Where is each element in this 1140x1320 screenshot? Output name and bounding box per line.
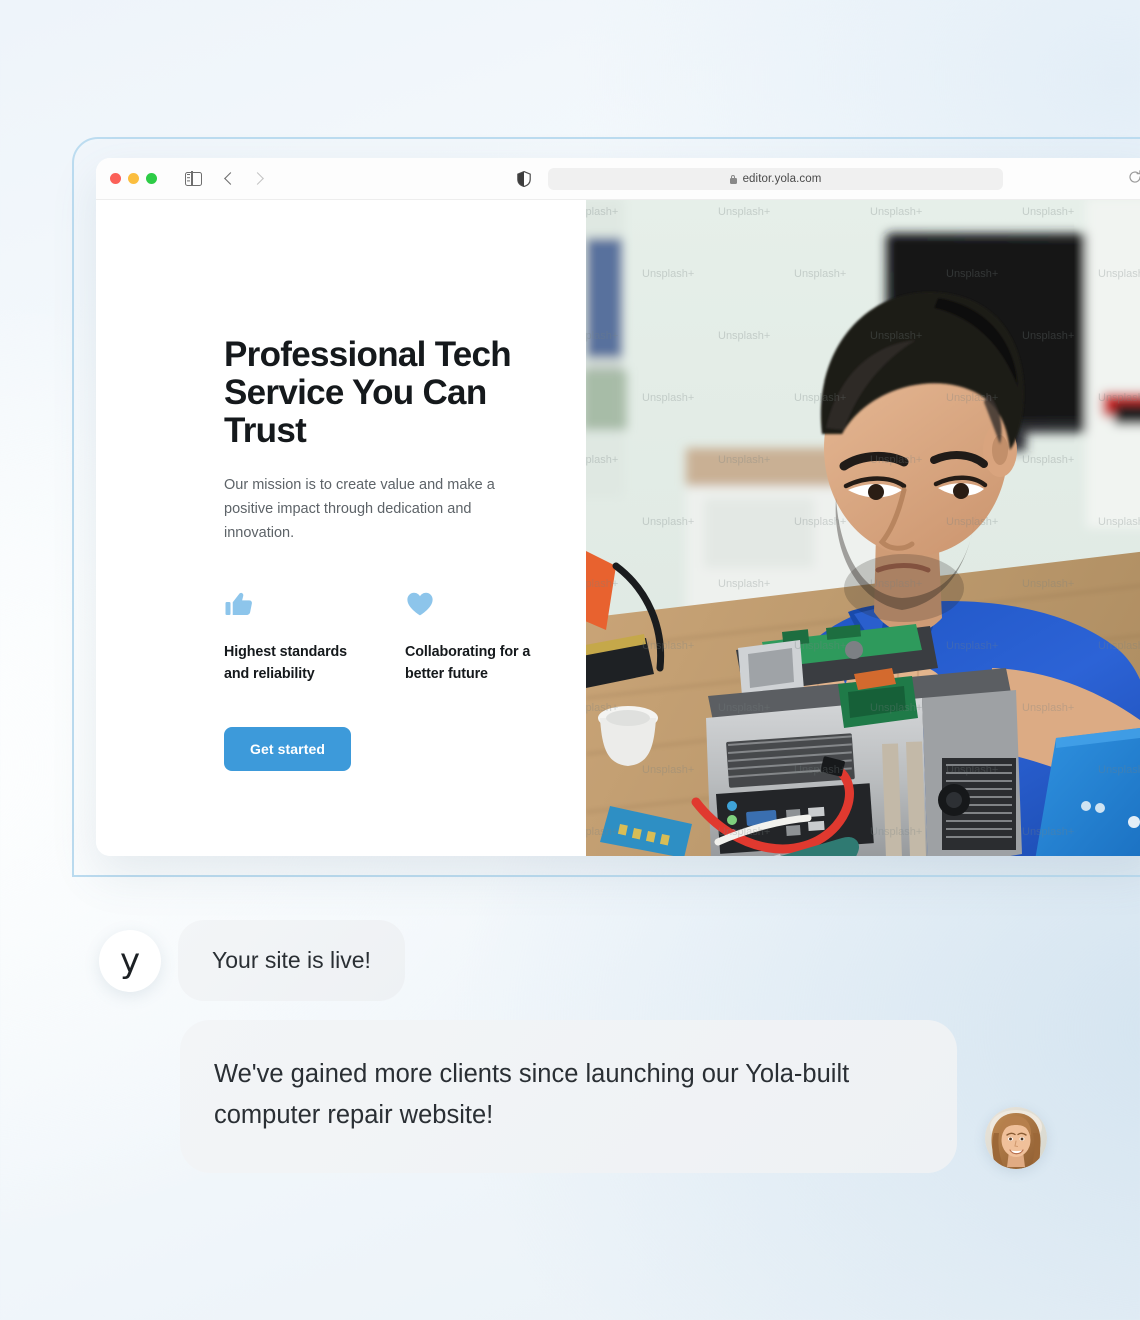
browser-titlebar: editor.yola.com bbox=[96, 158, 1140, 200]
hero-subcopy: Our mission is to create value and make … bbox=[224, 476, 495, 542]
feature-list: Highest standards and reliability Collab… bbox=[224, 589, 586, 685]
shield-icon[interactable] bbox=[517, 171, 531, 187]
heart-icon bbox=[405, 589, 545, 619]
get-started-button[interactable]: Get started bbox=[224, 726, 352, 771]
forward-button[interactable] bbox=[251, 172, 264, 185]
site-preview: Professional Tech Service You Can Trust … bbox=[96, 200, 1140, 856]
browser-window: editor.yola.com Professional Tech Servic… bbox=[96, 158, 1140, 856]
address-bar-url: editor.yola.com bbox=[742, 173, 822, 185]
window-traffic-lights bbox=[110, 173, 157, 184]
chat-message-yola: y Your site is live! bbox=[99, 920, 405, 1001]
feature-item: Collaborating for a better future bbox=[405, 589, 545, 685]
hero-content: Professional Tech Service You Can Trust … bbox=[96, 200, 586, 856]
page-title: Professional Tech Service You Can Trust bbox=[224, 335, 512, 450]
hero-photo: Unsplash+Unsplash+Unsplash+Unsplash+Unsp… bbox=[586, 200, 1140, 856]
avatar bbox=[985, 1106, 1047, 1169]
thumbs-up-icon bbox=[224, 589, 364, 619]
close-window-button[interactable] bbox=[110, 173, 121, 184]
reload-icon[interactable] bbox=[1128, 170, 1140, 184]
feature-item: Highest standards and reliability bbox=[224, 589, 364, 685]
chat-message-customer: We've gained more clients since launchin… bbox=[180, 1020, 1047, 1173]
lock-icon bbox=[729, 174, 737, 184]
feature-label: Highest standards and reliability bbox=[224, 644, 348, 682]
address-bar[interactable]: editor.yola.com bbox=[548, 168, 1003, 190]
minimize-window-button[interactable] bbox=[128, 173, 139, 184]
maximize-window-button[interactable] bbox=[146, 173, 157, 184]
chat-bubble-text: Your site is live! bbox=[178, 920, 405, 1001]
navigation-arrows bbox=[224, 172, 264, 185]
yola-logo-avatar: y bbox=[99, 929, 161, 992]
sidebar-icon bbox=[185, 170, 202, 187]
feature-label: Collaborating for a better future bbox=[405, 644, 531, 682]
yola-logo-letter: y bbox=[119, 940, 141, 981]
sidebar-toggle-button[interactable] bbox=[185, 170, 202, 187]
chat-bubble-text: We've gained more clients since launchin… bbox=[180, 1020, 957, 1173]
back-button[interactable] bbox=[224, 172, 237, 185]
